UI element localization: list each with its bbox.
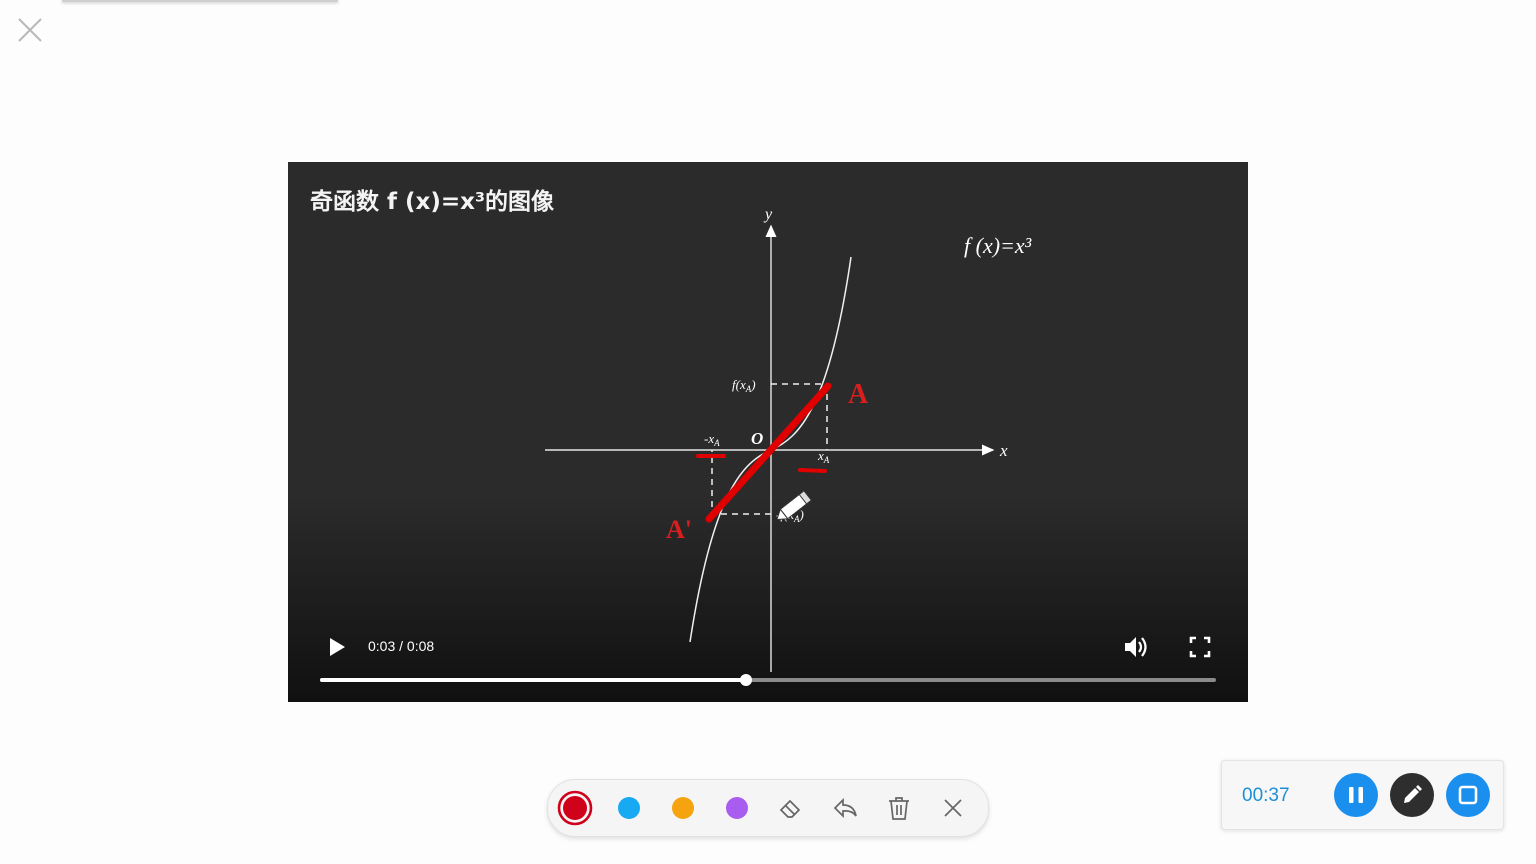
annotation-toolbar [547, 779, 989, 837]
close-icon[interactable] [931, 780, 975, 836]
point-a-label: A [848, 379, 869, 410]
origin-label: O [751, 429, 763, 448]
pause-button[interactable] [1334, 773, 1378, 817]
window-tab-edge [62, 0, 338, 2]
x-axis-label: x [999, 441, 1008, 460]
fxa-label: f(xA) [732, 377, 756, 394]
trash-icon[interactable] [877, 780, 921, 836]
color-red-button[interactable] [553, 780, 597, 836]
fullscreen-icon[interactable] [1188, 635, 1212, 659]
undo-icon[interactable] [823, 780, 867, 836]
function-graph: y x O f(xA) -xA xA -f(xA) f (x)=x³ A A' [545, 206, 1032, 672]
stop-icon [1458, 785, 1478, 805]
stop-button[interactable] [1446, 773, 1490, 817]
color-purple-button[interactable] [715, 780, 759, 836]
video-player[interactable]: y x O f(xA) -xA xA -f(xA) f (x)=x³ A A' … [288, 162, 1248, 702]
play-icon[interactable] [326, 636, 348, 658]
neg-xa-label: -xA [704, 431, 720, 448]
y-axis-label: y [763, 206, 773, 223]
pen-button[interactable] [1390, 773, 1434, 817]
color-blue-button[interactable] [607, 780, 651, 836]
pencil-icon [1404, 785, 1422, 803]
color-orange-button[interactable] [661, 780, 705, 836]
seek-bar-played [320, 678, 747, 682]
seek-bar[interactable] [320, 674, 1216, 686]
function-label: f (x)=x³ [964, 233, 1032, 258]
video-title: 奇函数 f (x)=x³的图像 [310, 189, 555, 215]
eraser-icon[interactable] [769, 780, 813, 836]
close-icon[interactable] [16, 16, 44, 44]
recording-timer: 00:37 [1242, 785, 1290, 806]
recording-panel: 00:37 [1221, 760, 1504, 830]
pause-icon [1349, 787, 1363, 803]
volume-icon[interactable] [1122, 633, 1150, 661]
point-a-prime-label: A' [666, 515, 692, 544]
time-display: 0:03 / 0:08 [368, 638, 435, 654]
